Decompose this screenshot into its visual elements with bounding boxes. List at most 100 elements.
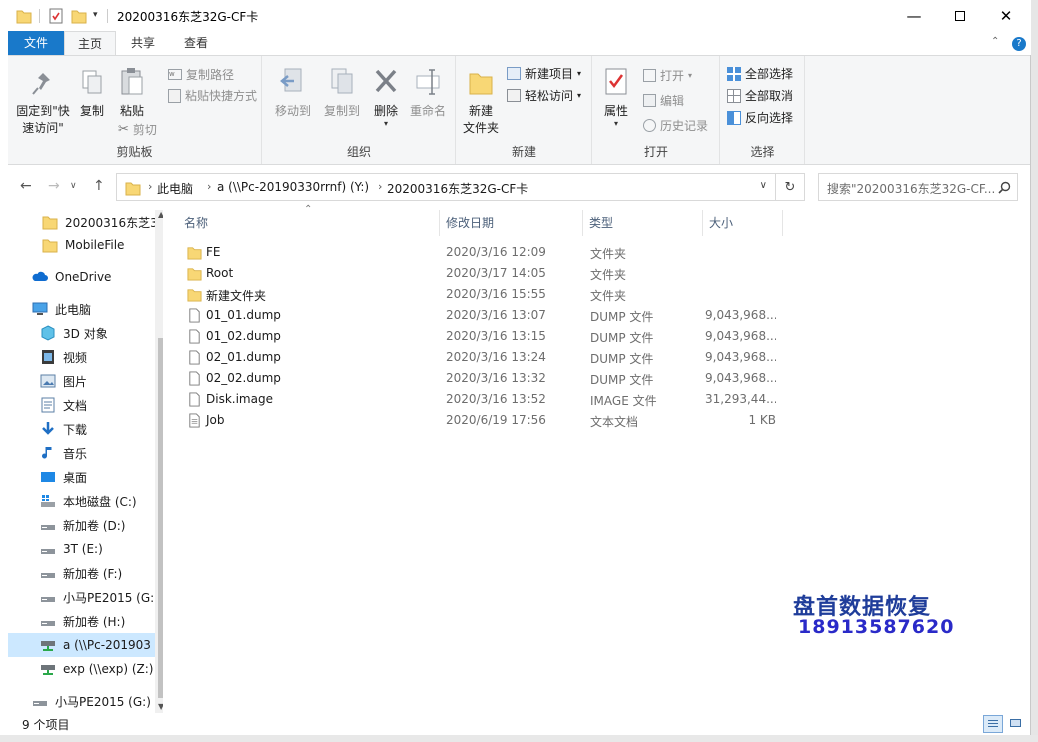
back-button[interactable]: ← (20, 178, 32, 194)
minimize-icon: — (906, 6, 922, 25)
cut-button[interactable]: ✂ 剪切 (118, 121, 157, 138)
breadcrumb-this-pc[interactable]: 此电脑 (157, 180, 193, 197)
copy-path-button[interactable]: w 复制路径 (168, 66, 234, 83)
nav-item-drive-h[interactable]: 新加卷 (H:) (8, 609, 155, 633)
move-to-button[interactable]: 移动到 (269, 66, 317, 120)
breadcrumb-current-folder[interactable]: 20200316东芝32G-CF卡 (387, 180, 528, 197)
file-type: DUMP 文件 (590, 352, 654, 366)
recent-locations-button[interactable]: ∨ (70, 181, 77, 191)
nav-item-documents[interactable]: 文档 (8, 393, 155, 417)
forward-arrow-icon: → (48, 178, 60, 194)
file-row[interactable]: 02_02.dump 2020/3/16 13:32 DUMP 文件 9,043… (180, 368, 790, 389)
up-button[interactable]: ↑ (93, 178, 105, 194)
nav-item-music[interactable]: 音乐 (8, 441, 155, 465)
nav-item-videos[interactable]: 视频 (8, 345, 155, 369)
new-folder-button[interactable]: 新建 文件夹 (459, 66, 503, 137)
help-icon[interactable]: ? (1012, 37, 1026, 51)
tab-home[interactable]: 主页 (64, 31, 116, 56)
scrollbar-thumb[interactable] (158, 338, 163, 698)
nav-item-downloads[interactable]: 下载 (8, 417, 155, 441)
scroll-up-icon[interactable]: ▲ (158, 210, 163, 219)
paste-button[interactable]: 粘贴 (114, 66, 150, 120)
nav-item-drive-f[interactable]: 新加卷 (F:) (8, 561, 155, 585)
nav-pane-scrollbar[interactable]: ▲ ▼ (155, 210, 163, 713)
pin-label: 固定到"快 (16, 104, 70, 118)
new-item-button[interactable]: 新建项目 ▾ (507, 65, 581, 82)
invert-selection-button[interactable]: 反向选择 (727, 109, 793, 126)
file-row[interactable]: Job 2020/6/19 17:56 文本文档 1 KB (180, 410, 790, 431)
collapse-ribbon-icon[interactable]: ⌃ (991, 36, 999, 47)
nav-item-drive-c[interactable]: 本地磁盘 (C:) (8, 489, 155, 513)
refresh-button[interactable]: ↻ (775, 173, 805, 201)
rename-button[interactable]: 重命名 (407, 66, 449, 120)
nav-item-recent-folder[interactable]: 20200316东芝3 (8, 210, 155, 234)
rename-label: 重命名 (409, 104, 446, 118)
column-header-date[interactable]: 修改日期 (439, 210, 582, 236)
breadcrumb-drive[interactable]: a (\\Pc-20190330rrnf) (Y:) (217, 180, 369, 194)
new-folder-icon (469, 73, 493, 95)
nav-item-drive-g[interactable]: 小马PE2015 (G: (8, 585, 155, 609)
nav-item-this-pc[interactable]: 此电脑 (8, 297, 155, 321)
customize-quick-access-icon[interactable]: ▾ (93, 10, 98, 28)
scroll-down-icon[interactable]: ▼ (158, 702, 163, 711)
file-row[interactable]: Root 2020/3/17 14:05 文件夹 (180, 263, 790, 284)
file-row[interactable]: 新建文件夹 2020/3/16 15:55 文件夹 (180, 284, 790, 305)
properties-button[interactable]: 属性 ▾ (599, 66, 633, 128)
delete-button[interactable]: 删除 ▾ (369, 66, 403, 128)
new-folder-quick-access-icon[interactable] (71, 7, 87, 25)
nav-item-desktop[interactable]: 桌面 (8, 465, 155, 489)
column-header-name[interactable]: 名称 (177, 210, 439, 236)
file-row[interactable]: 01_01.dump 2020/3/16 13:07 DUMP 文件 9,043… (180, 305, 790, 326)
nav-item-drive-d[interactable]: 新加卷 (D:) (8, 513, 155, 537)
edit-button[interactable]: 编辑 (643, 92, 684, 109)
nav-item-onedrive[interactable]: OneDrive (8, 265, 155, 289)
address-history-dropdown[interactable]: ∨ (760, 180, 767, 191)
select-none-button[interactable]: 全部取消 (727, 87, 793, 104)
column-divider[interactable] (782, 210, 783, 236)
file-name: Job (206, 413, 225, 427)
copy-label: 复制 (79, 104, 104, 118)
nav-item-drive-g-2[interactable]: 小马PE2015 (G:) (8, 689, 155, 713)
address-bar[interactable]: › 此电脑 › a (\\Pc-20190330rrnf) (Y:) › 202… (116, 173, 776, 201)
nav-item-3d-objects[interactable]: 3D 对象 (8, 321, 155, 345)
nav-item-drive-e[interactable]: 3T (E:) (8, 537, 155, 561)
minimize-button[interactable]: — (891, 0, 937, 31)
large-icons-view-button[interactable] (1006, 715, 1026, 733)
nav-item-network-drive-y[interactable]: a (\\Pc-201903 (8, 633, 155, 657)
details-view-button[interactable] (983, 715, 1003, 733)
file-row[interactable]: Disk.image 2020/3/16 13:52 IMAGE 文件 31,2… (180, 389, 790, 410)
copy-button[interactable]: 复制 (76, 68, 108, 120)
copy-to-button[interactable]: 复制到 (319, 66, 365, 120)
easy-access-button[interactable]: 轻松访问 ▾ (507, 87, 581, 104)
tab-share[interactable]: 共享 (118, 31, 168, 55)
open-button[interactable]: 打开 ▾ (643, 67, 692, 84)
maximize-button[interactable] (937, 0, 983, 31)
folder-icon (187, 268, 202, 281)
tab-view[interactable]: 查看 (170, 31, 222, 55)
nav-item-label: MobileFile (65, 238, 125, 252)
nav-item-mobilefile[interactable]: MobileFile (8, 233, 155, 257)
breadcrumb-separator[interactable]: › (378, 180, 382, 193)
properties-quick-access-icon[interactable] (48, 7, 64, 25)
folder-icon (42, 239, 58, 253)
column-header-type[interactable]: 类型 (582, 210, 702, 236)
file-row[interactable]: 01_02.dump 2020/3/16 13:15 DUMP 文件 9,043… (180, 326, 790, 347)
paste-shortcut-button[interactable]: 粘贴快捷方式 (168, 87, 257, 104)
history-button[interactable]: 历史记录 (643, 117, 708, 134)
breadcrumb-separator[interactable]: › (207, 180, 211, 193)
nav-item-label: 3D 对象 (63, 326, 108, 341)
search-box[interactable]: 搜索"20200316东芝32G-CF... (818, 173, 1018, 201)
nav-item-pictures[interactable]: 图片 (8, 369, 155, 393)
drive-icon (41, 525, 55, 530)
column-header-size[interactable]: 大小 (702, 210, 782, 236)
file-row[interactable]: 02_01.dump 2020/3/16 13:24 DUMP 文件 9,043… (180, 347, 790, 368)
close-button[interactable]: ✕ (983, 0, 1029, 31)
nav-item-network-drive-z[interactable]: exp (\\exp) (Z:) (8, 657, 155, 681)
properties-icon (605, 68, 627, 95)
breadcrumb-separator[interactable]: › (148, 180, 152, 193)
pin-to-quick-access-button[interactable]: 固定到"快 速访问" (12, 70, 74, 137)
file-row[interactable]: FE 2020/3/16 12:09 文件夹 (180, 242, 790, 263)
select-all-button[interactable]: 全部选择 (727, 65, 793, 82)
forward-button[interactable]: → (48, 178, 60, 194)
tab-file[interactable]: 文件 (8, 31, 64, 55)
